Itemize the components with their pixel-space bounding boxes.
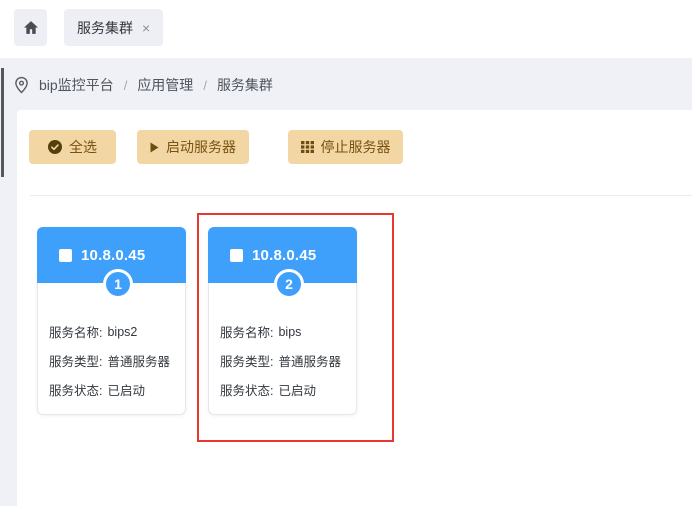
- server-status-row: 服务状态: 已启动: [49, 375, 170, 404]
- server-type-row: 服务类型: 普通服务器: [220, 346, 341, 375]
- home-icon: [23, 21, 38, 34]
- tab-service-cluster[interactable]: 服务集群 ×: [64, 9, 164, 46]
- row-label: 服务名称:: [49, 326, 103, 340]
- tab-label: 服务集群: [77, 19, 133, 36]
- breadcrumb-item-app-mgmt[interactable]: 应用管理: [137, 75, 193, 95]
- location-pin-icon: [14, 76, 29, 94]
- page: 服务集群 × bip监控平台 / 应用管理 / 服务集群 全选 启动服务器 停止…: [0, 0, 692, 506]
- stop-server-button[interactable]: 停止服务器: [288, 130, 403, 164]
- check-circle-icon: [48, 140, 62, 154]
- row-value: 普通服务器: [278, 355, 341, 369]
- play-icon: [150, 142, 159, 153]
- server-card-bips[interactable]: 10.8.0.45 2 服务名称: bips 服务类型: 普通服务器 服务状态:…: [208, 227, 357, 415]
- close-icon[interactable]: ×: [142, 21, 150, 35]
- row-value: 普通服务器: [107, 355, 170, 369]
- toolbar-divider: [30, 195, 692, 196]
- server-info-rows: 服务名称: bips 服务类型: 普通服务器 服务状态: 已启动: [220, 317, 341, 404]
- row-value: bips: [278, 324, 302, 339]
- breadcrumb-item-cluster[interactable]: 服务集群: [217, 75, 273, 95]
- server-status-row: 服务状态: 已启动: [220, 375, 341, 404]
- row-label: 服务类型:: [220, 355, 274, 369]
- row-label: 服务名称:: [220, 326, 274, 340]
- server-type-row: 服务类型: 普通服务器: [49, 346, 170, 375]
- breadcrumb: bip监控平台 / 应用管理 / 服务集群: [14, 70, 273, 100]
- row-label: 服务状态:: [220, 384, 274, 398]
- breadcrumb-separator: /: [203, 77, 207, 93]
- row-label: 服务类型:: [49, 355, 103, 369]
- server-ip: 10.8.0.45: [252, 246, 317, 264]
- server-card-bips2[interactable]: 10.8.0.45 1 服务名称: bips2 服务类型: 普通服务器 服务状态…: [37, 227, 186, 415]
- server-name-row: 服务名称: bips: [220, 317, 341, 346]
- server-checkbox[interactable]: [59, 248, 72, 262]
- server-index-badge: 2: [274, 269, 304, 299]
- start-server-button[interactable]: 启动服务器: [137, 130, 249, 164]
- row-value: bips2: [107, 324, 138, 339]
- row-value: 已启动: [107, 384, 145, 398]
- button-label: 全选: [69, 139, 97, 155]
- button-label: 启动服务器: [166, 139, 236, 155]
- row-value: 已启动: [278, 384, 316, 398]
- grid-icon: [300, 141, 314, 153]
- server-info-rows: 服务名称: bips2 服务类型: 普通服务器 服务状态: 已启动: [49, 317, 170, 404]
- vertical-scrollbar-thumb[interactable]: [1, 68, 4, 177]
- breadcrumb-separator: /: [123, 77, 128, 93]
- breadcrumb-item-platform[interactable]: bip监控平台: [39, 75, 114, 95]
- select-all-button[interactable]: 全选: [29, 130, 116, 164]
- server-name-row: 服务名称: bips2: [49, 317, 170, 346]
- server-index-badge: 1: [103, 269, 133, 299]
- button-label: 停止服务器: [320, 139, 391, 155]
- row-label: 服务状态:: [49, 384, 103, 398]
- home-button[interactable]: [14, 9, 47, 46]
- server-ip: 10.8.0.45: [81, 246, 146, 264]
- top-tab-bar: 服务集群 ×: [0, 0, 692, 58]
- server-checkbox[interactable]: [230, 248, 243, 262]
